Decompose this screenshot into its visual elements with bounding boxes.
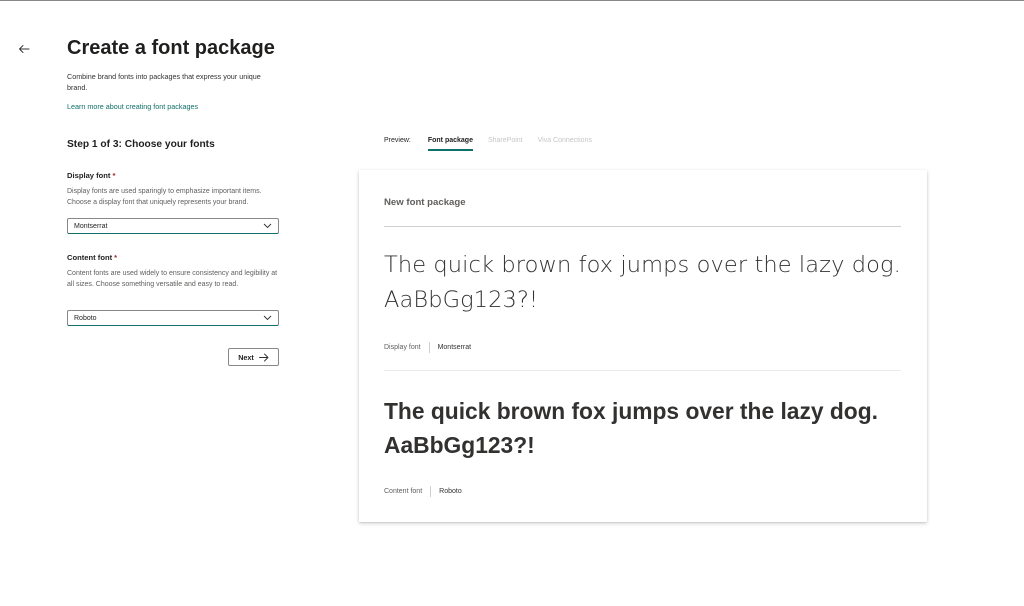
chevron-down-icon — [262, 313, 272, 323]
section-divider — [384, 370, 901, 371]
back-button[interactable] — [16, 41, 32, 57]
font-preview-card: New font package The quick brown fox jum… — [359, 170, 927, 522]
page-title: Create a font package — [67, 37, 275, 59]
content-font-meta-key: Content font — [384, 488, 423, 495]
tab-viva-connections[interactable]: Viva Connections — [538, 135, 592, 151]
display-font-meta-key: Display font — [384, 344, 421, 351]
content-font-meta-value: Roboto — [439, 488, 462, 495]
content-font-meta: Content font Roboto — [384, 486, 462, 497]
card-title: New font package — [384, 197, 466, 208]
tab-sharepoint[interactable]: SharePoint — [488, 135, 523, 151]
content-font-label-text: Content font — [67, 253, 113, 262]
meta-separator — [428, 342, 430, 353]
display-font-value: Montserrat — [74, 222, 108, 230]
chevron-down-icon — [262, 221, 272, 231]
meta-separator — [430, 486, 432, 497]
display-font-description: Display fonts are used sparingly to emph… — [67, 188, 262, 206]
display-font-dropdown[interactable]: Montserrat — [67, 218, 279, 234]
next-button-label: Next — [238, 352, 254, 362]
display-font-sample: The quick brown fox jumps over the lazy … — [384, 252, 901, 313]
display-font-label-text: Display font — [67, 171, 111, 180]
required-indicator: * — [114, 253, 118, 262]
next-button[interactable]: Next — [228, 348, 279, 366]
arrow-right-icon — [258, 353, 269, 361]
learn-more-link[interactable]: Learn more about creating font packages — [67, 102, 198, 111]
content-font-value: Roboto — [74, 314, 97, 322]
arrow-left-icon — [19, 45, 30, 53]
content-font-label: Content font * — [67, 253, 117, 262]
tab-font-package[interactable]: Font package — [427, 135, 474, 151]
card-divider — [384, 226, 901, 227]
content-font-sample: The quick brown fox jumps over the lazy … — [384, 398, 878, 458]
content-font-dropdown[interactable]: Roboto — [67, 310, 279, 326]
preview-label: Preview: — [384, 137, 411, 144]
display-font-meta: Display font Montserrat — [384, 342, 471, 353]
display-font-meta-value: Montserrat — [437, 344, 472, 351]
display-font-label: Display font * — [67, 171, 115, 180]
step-title: Step 1 of 3: Choose your fonts — [67, 139, 215, 150]
preview-tabs: Preview: Font package SharePoint Viva Co… — [384, 135, 607, 155]
page-subtitle: Combine brand fonts into packages that e… — [67, 72, 261, 92]
content-font-description: Content fonts are used widely to ensure … — [67, 270, 278, 288]
required-indicator: * — [112, 171, 116, 180]
